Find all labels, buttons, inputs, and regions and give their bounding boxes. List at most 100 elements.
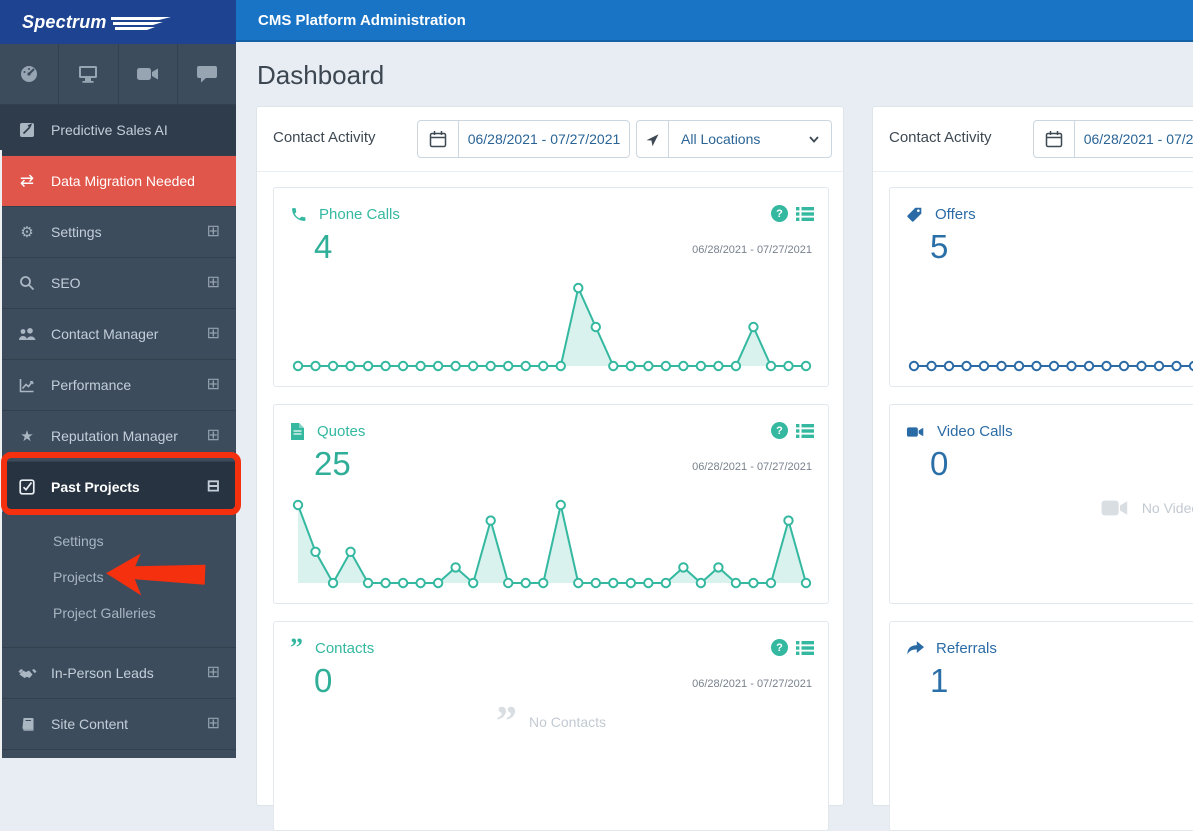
sidebar-item-label: Settings	[51, 224, 102, 240]
video-calls-count: 0	[930, 445, 949, 482]
sidebar-item-contact-manager[interactable]: Contact Manager ⊞	[0, 309, 236, 360]
sidebar-icon-tabs	[0, 44, 236, 105]
empty-text: No Contacts	[528, 714, 607, 731]
expand-plus-icon[interactable]: ⊞	[207, 428, 220, 444]
list-view-icon[interactable]	[796, 423, 814, 438]
quotes-chart	[290, 491, 814, 595]
no-video-calls-message: No Video Calls	[890, 497, 1193, 519]
expand-plus-icon[interactable]: ⊞	[207, 275, 220, 291]
sidebar-item-seo[interactable]: SEO ⊞	[0, 258, 236, 309]
book-icon	[16, 717, 38, 732]
sidebar-item-label: Contact Manager	[51, 326, 159, 342]
card-title: Video Calls	[937, 423, 1013, 440]
locations-select[interactable]: All Locations	[668, 120, 832, 158]
referrals-count: 1	[930, 662, 949, 699]
calendar-icon	[429, 131, 447, 148]
calendar-button[interactable]	[417, 120, 459, 158]
expand-plus-icon[interactable]: ⊞	[207, 224, 220, 240]
share-arrow-icon	[906, 641, 924, 656]
offers-count: 5	[930, 228, 949, 265]
expand-plus-icon[interactable]: ⊞	[207, 326, 220, 342]
location-arrow-button[interactable]	[636, 120, 669, 158]
handshake-icon	[16, 666, 38, 680]
expand-plus-icon[interactable]: ⊞	[207, 716, 220, 732]
expand-plus-icon[interactable]: ⊞	[207, 377, 220, 393]
expand-plus-icon[interactable]: ⊞	[207, 665, 220, 681]
sidebar-item-label: Data Migration Needed	[51, 173, 195, 189]
help-question-icon[interactable]: ?	[771, 422, 788, 439]
phone-calls-count: 4	[314, 228, 333, 265]
quotes-count: 25	[314, 445, 351, 482]
help-question-icon[interactable]: ?	[771, 205, 788, 222]
check-square-icon	[16, 479, 38, 495]
subitem-label: Project Galleries	[53, 605, 156, 621]
list-view-icon[interactable]	[796, 206, 814, 221]
sidebar-item-label: Performance	[51, 377, 132, 393]
phone-calls-chart	[290, 274, 814, 378]
tag-icon	[906, 206, 923, 223]
card-title: Phone Calls	[319, 206, 400, 223]
date-range-input[interactable]: 06/28/2021 - 07/27/2021	[1074, 120, 1193, 158]
panel-header: Contact Activity 06/28/2021 - 07/27/2021…	[257, 107, 843, 172]
calendar-button[interactable]	[1033, 120, 1075, 158]
sidebar-item-label: SEO	[51, 275, 81, 291]
line-chart-icon	[16, 378, 38, 393]
sidebar-subitem-projects[interactable]: Projects	[0, 559, 236, 595]
spectrum-logo-text: Spectrum	[22, 11, 107, 32]
card-title: Contacts	[315, 640, 375, 657]
list-view-icon[interactable]	[796, 640, 814, 655]
dashboard-gauge-icon[interactable]	[0, 44, 60, 104]
sidebar-item-performance[interactable]: Performance ⊞	[0, 360, 236, 411]
quote-icon-gray: ”	[495, 699, 517, 745]
offers-card: Offers 5	[889, 187, 1193, 387]
date-location-filter-group: 06/28/2021 - 07/27/2021 All Locations	[417, 120, 832, 158]
contact-activity-panel-right: Contact Activity 06/28/2021 - 07/27/2021…	[872, 106, 1193, 831]
exchange-arrows-icon: ⇄	[19, 171, 35, 190]
card-title: Referrals	[936, 640, 997, 657]
date-range-input[interactable]: 06/28/2021 - 07/27/2021	[458, 120, 630, 158]
sidebar-item-reputation-manager[interactable]: ★ Reputation Manager ⊞	[0, 411, 236, 462]
card-title: Quotes	[317, 423, 366, 440]
sidebar-item-site-content[interactable]: Site Content ⊞	[0, 699, 236, 750]
desktop-monitor-icon[interactable]	[59, 44, 119, 104]
card-title: Offers	[935, 206, 976, 223]
chevron-down-icon	[809, 135, 819, 143]
sidebar-item-past-projects[interactable]: Past Projects ⊟	[0, 462, 236, 513]
sidebar: Spectrum Predictive Sales AI ⇄ Data Migr…	[0, 0, 236, 758]
spectrum-logo-stripes-icon	[110, 16, 171, 30]
collapse-minus-icon[interactable]: ⊟	[207, 479, 220, 495]
date-filter-group: 06/28/2021 - 07/27/2021	[1033, 120, 1193, 158]
window-edge-strip	[0, 150, 2, 758]
panel-title: Contact Activity	[889, 129, 992, 146]
gear-icon: ⚙	[20, 224, 34, 241]
offers-chart	[906, 274, 1193, 378]
card-date-range: 06/28/2021 - 07/27/2021	[692, 678, 812, 690]
chat-bubble-icon[interactable]	[178, 44, 236, 104]
location-arrow-icon	[646, 133, 659, 146]
quotes-card: Quotes ? 25 06/28/2021 - 07/27/2021	[273, 404, 829, 604]
panel-title: Contact Activity	[273, 129, 376, 146]
users-icon	[16, 327, 38, 342]
spectrum-logo: Spectrum	[0, 0, 236, 44]
sidebar-item-in-person-leads[interactable]: In-Person Leads ⊞	[0, 648, 236, 699]
card-date-range: 06/28/2021 - 07/27/2021	[692, 244, 812, 256]
contacts-card: ” Contacts ? 0 06/28/2021 - 07/27/2021 ”…	[273, 621, 829, 831]
help-question-icon[interactable]: ?	[771, 639, 788, 656]
sidebar-item-settings[interactable]: ⚙ Settings ⊞	[0, 207, 236, 258]
sidebar-item-data-migration-needed[interactable]: ⇄ Data Migration Needed	[0, 156, 236, 207]
sidebar-item-label: Site Content	[51, 716, 129, 732]
document-icon	[290, 423, 305, 440]
quote-icon: ”	[290, 633, 303, 663]
sidebar-item-label: In-Person Leads	[51, 665, 154, 681]
video-camera-icon[interactable]	[119, 44, 178, 104]
video-camera-icon-gray	[1100, 497, 1130, 519]
sidebar-item-label: Past Projects	[51, 479, 140, 495]
sidebar-item-predictive-sales-ai[interactable]: Predictive Sales AI	[0, 105, 236, 156]
page-title: Dashboard	[257, 60, 385, 90]
panel-header: Contact Activity 06/28/2021 - 07/27/2021	[873, 107, 1193, 172]
past-projects-subnav: Settings Projects Project Galleries	[0, 513, 236, 648]
sidebar-subitem-project-galleries[interactable]: Project Galleries	[0, 595, 236, 631]
sidebar-subitem-settings[interactable]: Settings	[0, 523, 236, 559]
calendar-icon	[1045, 131, 1063, 148]
video-calls-card: Video Calls 0 No Video Calls	[889, 404, 1193, 604]
